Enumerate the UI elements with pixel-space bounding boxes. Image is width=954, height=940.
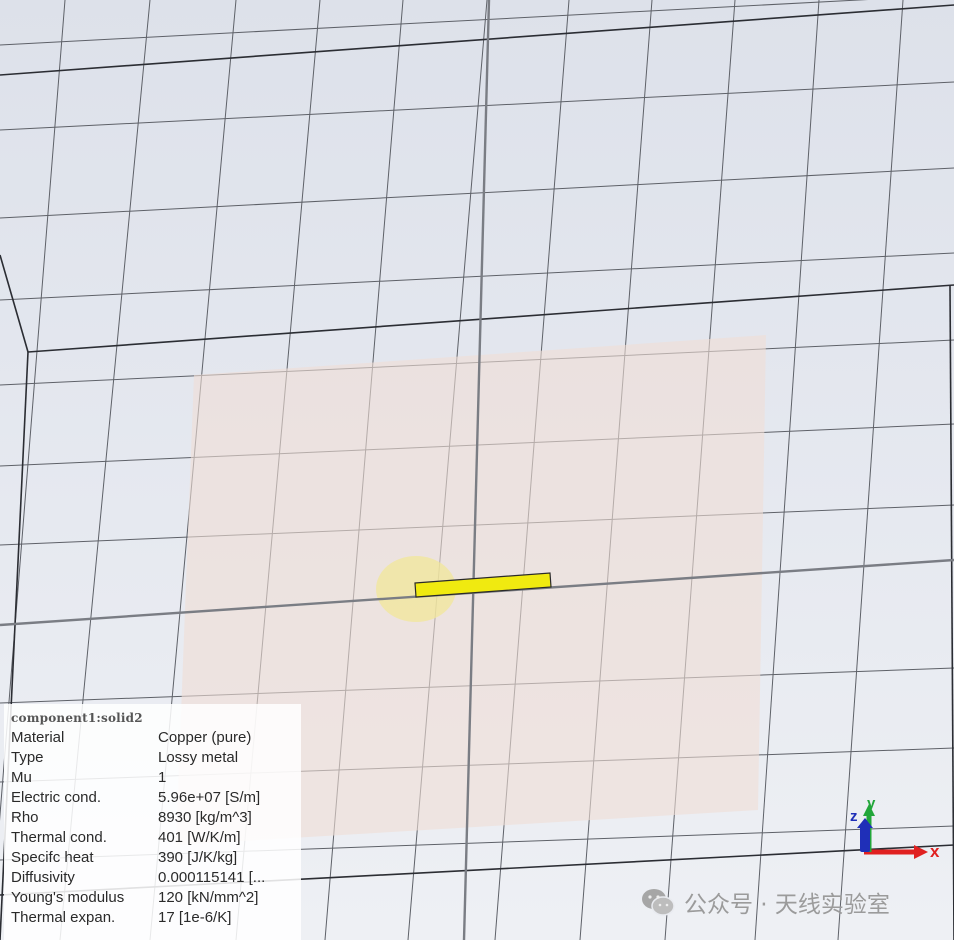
x-axis-label: x [930,842,940,861]
info-panel-title: component1:solid2 [11,711,143,725]
object-info-panel: component1:solid2 Material Copper (pure) T… [4,704,301,940]
info-value: Copper (pure) [158,729,252,746]
info-value: 390 [J/K/kg] [158,849,238,866]
info-row: Mu 1 [11,768,301,788]
wechat-icon [642,889,675,916]
info-value: 0.000115141 [... [158,869,266,886]
y-axis-label: y [867,795,876,812]
info-value: 1 [158,769,167,786]
info-row: Material Copper (pure) [11,728,301,748]
info-row: Thermal cond. 401 [W/K/m] [11,828,301,848]
info-key: Thermal cond. [11,829,107,846]
grid-line-vertical [754,0,820,940]
bounding-box-edge [0,4,954,76]
axes-orientation-gizmo[interactable]: x y z [838,788,954,868]
info-key: Type [11,749,44,766]
watermark: 公众号 · 天线实验室 [640,884,890,920]
info-row: Rho 8930 [kg/m^3] [11,808,301,828]
grid-line-horizontal [0,252,954,301]
info-key: Mu [11,769,32,786]
bounding-box-edge [27,284,954,353]
info-key: Specifc heat [11,849,94,866]
info-key: Diffusivity [11,869,75,886]
info-row: Electric cond. 5.96e+07 [S/m] [11,788,301,808]
info-row: Thermal expan. 17 [1e-6/K] [11,908,301,928]
info-key: Electric cond. [11,789,102,806]
info-key: Thermal expan. [11,909,116,926]
info-row: Type Lossy metal [11,748,301,768]
grid-line-horizontal [0,167,954,219]
info-value: 401 [W/K/m] [158,829,241,846]
grid-line-horizontal [0,0,869,46]
watermark-text: 公众号 · 天线实验室 [684,892,890,918]
info-value: 5.96e+07 [S/m] [158,789,261,806]
info-rows: Material Copper (pure) Type Lossy metal Mu 1 E… [11,728,301,928]
3d-viewport[interactable]: component1:solid2 Material Copper (pure) T… [0,0,954,940]
info-value: 120 [kN/mm^2] [158,889,259,906]
bounding-box-edge [0,254,29,353]
info-key: Young's modulus [11,889,125,906]
info-row: Diffusivity 0.000115141 [... [11,868,301,888]
info-row: Young's modulus 120 [kN/mm^2] [11,888,301,908]
z-axis-label: z [850,808,858,825]
info-key: Material [11,729,65,746]
info-row: Specifc heat 390 [J/K/kg] [11,848,301,868]
info-value: 8930 [kg/m^3] [158,809,252,826]
info-value: Lossy metal [158,749,239,766]
info-value: 17 [1e-6/K] [158,909,232,926]
info-key: Rho [11,809,39,826]
